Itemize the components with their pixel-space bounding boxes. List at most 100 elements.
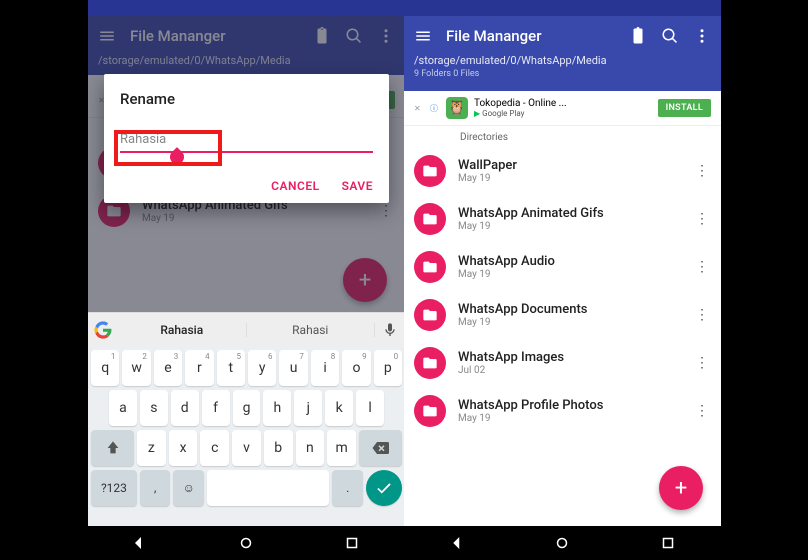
key-period[interactable]: . <box>332 470 363 506</box>
key-y[interactable]: y6 <box>248 350 276 386</box>
list-item[interactable]: WhatsApp Images Jul 02 ⋮ <box>404 339 721 387</box>
key-z[interactable]: z <box>137 430 166 466</box>
nav-recent-icon[interactable] <box>659 534 677 552</box>
key-i[interactable]: i8 <box>311 350 339 386</box>
file-date: May 19 <box>458 317 681 328</box>
app-bar: File Mananger /storage/emulated/0/WhatsA… <box>404 16 721 91</box>
keyboard[interactable]: q1w2e3r4t5y6u7i8o9p0 asdfghjkl zxcvbnm ?… <box>88 346 404 526</box>
key-q[interactable]: q1 <box>91 350 119 386</box>
key-backspace[interactable] <box>359 430 402 466</box>
key-t[interactable]: t5 <box>217 350 245 386</box>
nav-home-icon[interactable] <box>553 534 571 552</box>
key-j[interactable]: j <box>294 390 322 426</box>
more-icon[interactable] <box>693 27 711 45</box>
folder-icon <box>414 347 446 379</box>
key-o[interactable]: o9 <box>342 350 370 386</box>
key-m[interactable]: m <box>327 430 356 466</box>
phone-left: File Mananger /storage/emulated/0/WhatsA… <box>0 0 404 560</box>
folder-icon <box>414 251 446 283</box>
key-h[interactable]: h <box>263 390 291 426</box>
key-shift[interactable] <box>91 430 134 466</box>
list-item[interactable]: WhatsApp Animated Gifs May 19 ⋮ <box>404 195 721 243</box>
folder-icon <box>414 395 446 427</box>
ad-close-icon[interactable]: ✕ <box>414 104 424 113</box>
key-l[interactable]: l <box>356 390 384 426</box>
file-date: May 19 <box>458 221 681 232</box>
list-item[interactable]: WhatsApp Audio May 19 ⋮ <box>404 243 721 291</box>
phone-right: File Mananger /storage/emulated/0/WhatsA… <box>404 0 808 560</box>
item-more-icon[interactable]: ⋮ <box>693 211 711 227</box>
key-a[interactable]: a <box>109 390 137 426</box>
list-item[interactable]: WhatsApp Documents May 19 ⋮ <box>404 291 721 339</box>
folder-icon <box>414 155 446 187</box>
search-icon[interactable] <box>661 27 679 45</box>
key-k[interactable]: k <box>325 390 353 426</box>
item-more-icon[interactable]: ⋮ <box>693 163 711 179</box>
key-comma[interactable]: , <box>140 470 171 506</box>
cancel-button[interactable]: CANCEL <box>271 179 319 193</box>
key-u[interactable]: u7 <box>279 350 307 386</box>
mic-icon[interactable] <box>375 322 404 338</box>
save-button[interactable]: SAVE <box>342 179 373 193</box>
file-date: May 19 <box>458 413 681 424</box>
key-d[interactable]: d <box>171 390 199 426</box>
ad-app-icon: 🦉 <box>446 97 468 119</box>
file-name: WhatsApp Images <box>458 350 681 365</box>
status-bar <box>88 0 404 16</box>
file-name: WhatsApp Profile Photos <box>458 398 681 413</box>
item-more-icon[interactable]: ⋮ <box>693 307 711 323</box>
key-c[interactable]: c <box>200 430 229 466</box>
ad-info-icon[interactable]: ⓘ <box>430 103 440 114</box>
file-date: May 19 <box>458 173 681 184</box>
rename-dialog: Rename CANCEL SAVE <box>104 74 389 203</box>
item-more-icon[interactable]: ⋮ <box>693 355 711 371</box>
path-text: /storage/emulated/0/WhatsApp/Media <box>414 50 711 69</box>
suggestion-2[interactable]: Rahasi <box>247 323 376 337</box>
key-e[interactable]: e3 <box>154 350 182 386</box>
file-date: May 19 <box>458 269 681 280</box>
folder-summary: 9 Folders 0 Files <box>414 69 711 85</box>
dialog-title: Rename <box>120 90 373 108</box>
install-button[interactable]: INSTALL <box>658 99 711 117</box>
menu-icon[interactable] <box>414 27 432 45</box>
nav-back-icon[interactable] <box>448 534 466 552</box>
folder-icon <box>414 203 446 235</box>
ad-title: Tokopedia - Online ... <box>474 98 567 109</box>
key-s[interactable]: s <box>140 390 168 426</box>
suggestion-bar: Rahasia Rahasi <box>88 312 404 346</box>
nav-recent-icon[interactable] <box>343 534 361 552</box>
nav-home-icon[interactable] <box>237 534 255 552</box>
key-n[interactable]: n <box>296 430 325 466</box>
fab-add[interactable]: + <box>659 466 703 510</box>
suggestion-1[interactable]: Rahasia <box>118 323 247 337</box>
key-emoji[interactable]: ☺ <box>173 470 204 506</box>
item-more-icon[interactable]: ⋮ <box>693 403 711 419</box>
key-v[interactable]: v <box>232 430 261 466</box>
file-name: WhatsApp Animated Gifs <box>458 206 681 221</box>
item-more-icon[interactable]: ⋮ <box>693 259 711 275</box>
ad-row[interactable]: ✕ ⓘ 🦉 Tokopedia - Online ... Google Play… <box>404 91 721 126</box>
key-r[interactable]: r4 <box>185 350 213 386</box>
key-x[interactable]: x <box>169 430 198 466</box>
google-icon[interactable] <box>88 321 118 339</box>
file-name: WhatsApp Documents <box>458 302 681 317</box>
section-label: Directories <box>404 126 721 147</box>
key-symbols[interactable]: ?123 <box>91 470 137 506</box>
key-f[interactable]: f <box>202 390 230 426</box>
folder-icon <box>414 299 446 331</box>
status-bar <box>404 0 721 16</box>
key-g[interactable]: g <box>233 390 261 426</box>
list-item[interactable]: WallPaper May 19 ⋮ <box>404 147 721 195</box>
nav-back-icon[interactable] <box>132 534 150 552</box>
rename-input[interactable] <box>120 128 373 153</box>
app-title: File Mananger <box>446 27 615 45</box>
list-item[interactable]: WhatsApp Profile Photos May 19 ⋮ <box>404 387 721 435</box>
key-b[interactable]: b <box>264 430 293 466</box>
file-date: Jul 02 <box>458 365 681 376</box>
key-enter[interactable] <box>366 470 402 506</box>
ad-store: Google Play <box>474 109 567 118</box>
clipboard-icon[interactable] <box>629 27 647 45</box>
key-w[interactable]: w2 <box>122 350 150 386</box>
key-space[interactable] <box>207 470 329 506</box>
key-p[interactable]: p0 <box>374 350 402 386</box>
